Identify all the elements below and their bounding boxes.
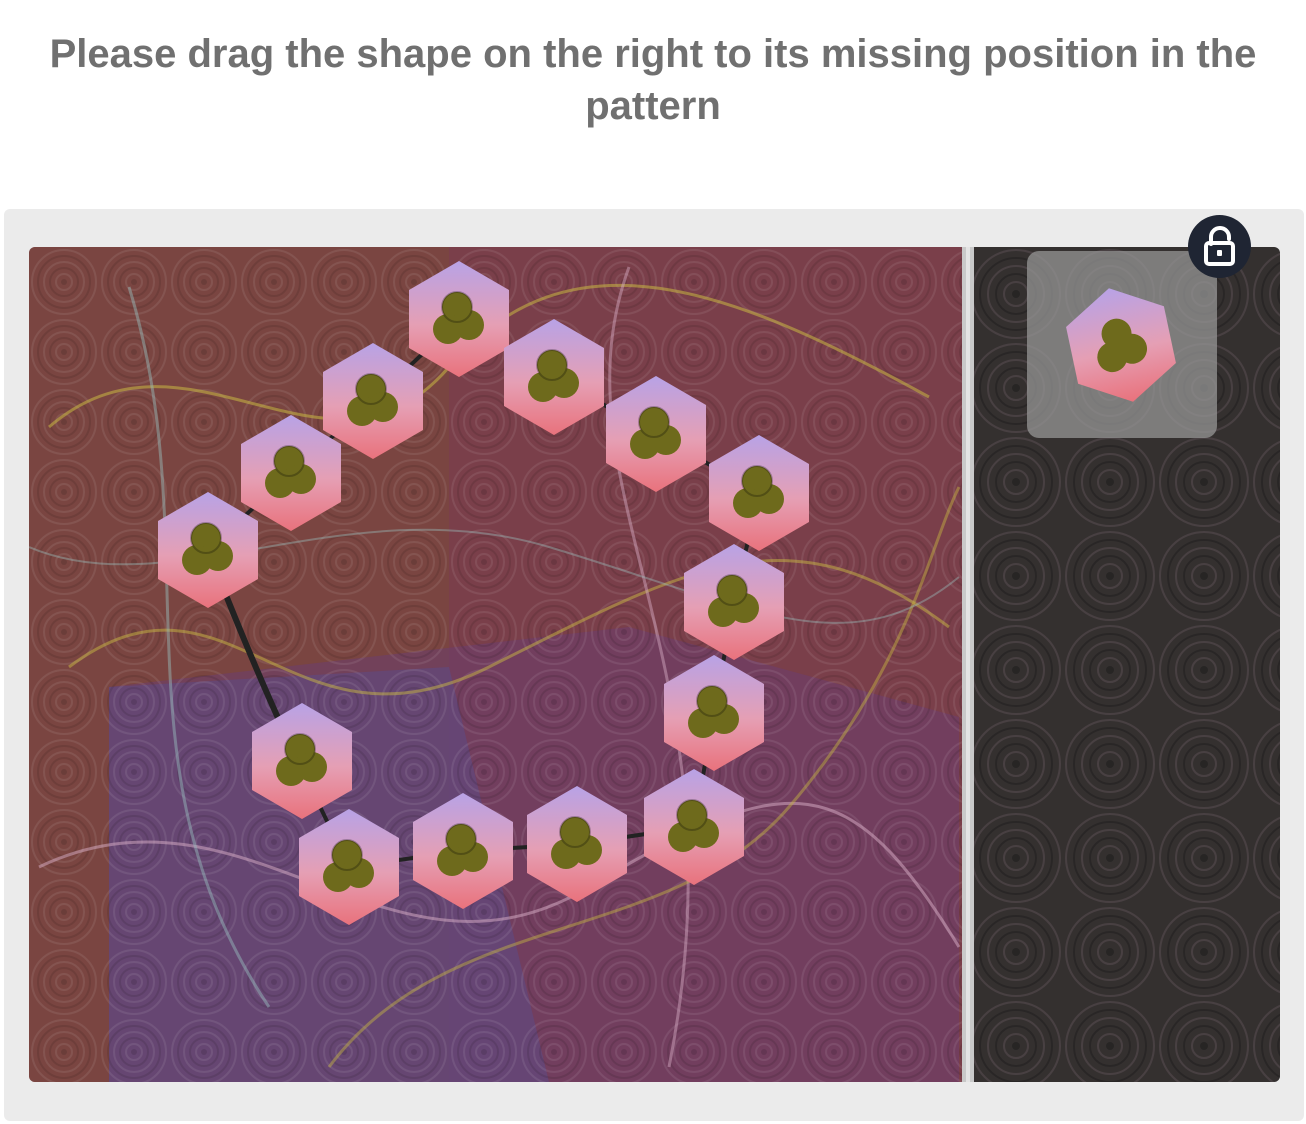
instruction-text: Please drag the shape on the right to it…	[49, 32, 1257, 128]
lock-icon	[1204, 226, 1235, 266]
draggable-piece-tray[interactable]	[1027, 251, 1217, 438]
hexagon-trefoil-icon[interactable]	[1027, 251, 1217, 438]
lock-button[interactable]	[1188, 215, 1251, 278]
